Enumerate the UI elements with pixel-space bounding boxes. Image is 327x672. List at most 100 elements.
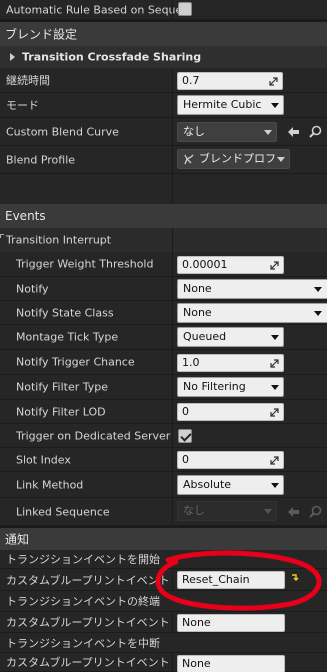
resize-arrow-icon bbox=[270, 456, 279, 465]
end-custom-event-value: None bbox=[182, 616, 211, 629]
trigger-weight-value: 0.00001 bbox=[182, 258, 228, 271]
resize-arrow-icon bbox=[270, 359, 279, 368]
montage-tick-label: Montage Tick Type bbox=[16, 330, 119, 344]
montage-tick-dropdown[interactable]: Queued bbox=[177, 327, 284, 347]
link-method-row: Link Method Absolute bbox=[0, 472, 327, 498]
notify-section-title: 通知 bbox=[5, 532, 30, 547]
interrupt-custom-event-row: カスタムブループリントイベント None bbox=[0, 653, 327, 672]
link-method-value: Absolute bbox=[183, 478, 232, 491]
trigger-weight-row: Trigger Weight Threshold 0.00001 bbox=[0, 252, 327, 277]
transition-interrupt-subsection[interactable]: Transition Interrupt bbox=[0, 228, 327, 252]
goto-function-icon[interactable] bbox=[291, 574, 300, 583]
trigger-chance-value: 1.0 bbox=[182, 356, 200, 369]
montage-tick-value: Queued bbox=[183, 330, 227, 343]
start-custom-event-label: カスタムブループリントイベント bbox=[6, 573, 170, 587]
use-selected-arrow-icon[interactable] bbox=[287, 126, 300, 138]
blend-profile-row: Blend Profile ブレンドプロフ bbox=[0, 146, 327, 174]
automatic-rule-checkbox[interactable] bbox=[178, 2, 192, 16]
start-custom-event-input[interactable]: Reset_Chain bbox=[177, 571, 285, 589]
dedicated-server-row: Trigger on Dedicated Server bbox=[0, 424, 327, 448]
transition-interrupt-label: Transition Interrupt bbox=[6, 233, 112, 247]
column-divider bbox=[172, 424, 173, 447]
filter-type-value: No Filtering bbox=[183, 380, 246, 393]
column-divider bbox=[172, 498, 173, 525]
column-divider bbox=[172, 174, 173, 204]
blend-profile-value: ブレンドプロフ bbox=[199, 152, 276, 165]
notify-row: Notify None bbox=[0, 277, 327, 301]
interrupt-event-row: トランジションイベントを中断 bbox=[0, 633, 327, 653]
mode-value: Hermite Cubic bbox=[183, 98, 262, 111]
end-event-row: トランジションイベントの終端 bbox=[0, 591, 327, 612]
trigger-weight-label: Trigger Weight Threshold bbox=[16, 257, 154, 271]
column-divider bbox=[172, 400, 173, 423]
column-divider bbox=[172, 350, 173, 374]
column-divider bbox=[172, 569, 173, 590]
trigger-weight-input[interactable]: 0.00001 bbox=[177, 256, 284, 274]
column-divider bbox=[172, 68, 173, 92]
resize-arrow-icon bbox=[269, 77, 278, 86]
use-selected-arrow-icon[interactable] bbox=[287, 506, 300, 518]
slot-index-value: 0 bbox=[182, 453, 189, 466]
chevron-down-icon bbox=[264, 130, 272, 135]
chevron-down-icon bbox=[271, 483, 279, 488]
linked-sequence-dropdown[interactable]: なし bbox=[177, 501, 277, 521]
linked-sequence-value: なし bbox=[183, 504, 205, 517]
duration-input[interactable]: 0.7 bbox=[177, 72, 283, 90]
mode-row: モード Hermite Cubic bbox=[0, 93, 327, 118]
column-divider bbox=[172, 118, 173, 145]
trigger-chance-input[interactable]: 1.0 bbox=[177, 354, 284, 372]
blend-section-header[interactable]: ブレンド設定 bbox=[0, 22, 327, 46]
linked-sequence-row: Linked Sequence なし bbox=[0, 498, 327, 526]
blend-profile-dropdown[interactable]: ブレンドプロフ bbox=[177, 149, 290, 169]
resize-arrow-icon bbox=[270, 261, 279, 270]
slot-index-row: Slot Index 0 bbox=[0, 448, 327, 472]
chevron-down-icon bbox=[277, 157, 285, 162]
column-divider bbox=[172, 228, 173, 252]
chevron-down-icon bbox=[271, 385, 279, 390]
section-spacer bbox=[0, 174, 327, 204]
interrupt-custom-event-label: カスタムブループリントイベント bbox=[6, 656, 170, 669]
filter-type-dropdown[interactable]: No Filtering bbox=[177, 377, 284, 397]
blend-profile-label: Blend Profile bbox=[6, 153, 76, 166]
montage-tick-row: Montage Tick Type Queued bbox=[0, 325, 327, 350]
link-method-dropdown[interactable]: Absolute bbox=[177, 475, 284, 495]
column-divider bbox=[172, 448, 173, 471]
duration-label: 継続時間 bbox=[6, 74, 50, 87]
notify-dropdown[interactable]: None bbox=[177, 279, 327, 299]
crossfade-subsection[interactable]: Transition Crossfade Sharing bbox=[0, 46, 327, 68]
blend-curve-row: Custom Blend Curve なし bbox=[0, 118, 327, 146]
crossfade-subsection-label: Transition Crossfade Sharing bbox=[22, 50, 202, 64]
end-custom-event-input[interactable]: None bbox=[177, 614, 285, 632]
column-divider bbox=[172, 301, 173, 324]
collapse-corner-icon bbox=[0, 234, 4, 238]
chevron-down-icon bbox=[271, 335, 279, 340]
mode-dropdown[interactable]: Hermite Cubic bbox=[177, 95, 284, 115]
column-divider bbox=[172, 472, 173, 497]
trigger-chance-label: Notify Trigger Chance bbox=[16, 355, 135, 369]
chevron-down-icon bbox=[271, 103, 279, 108]
slot-index-input[interactable]: 0 bbox=[177, 451, 284, 469]
column-divider bbox=[172, 325, 173, 349]
events-section-title: Events bbox=[5, 209, 46, 223]
interrupt-custom-event-input[interactable]: None bbox=[177, 655, 285, 672]
notify-state-class-dropdown[interactable]: None bbox=[177, 303, 327, 323]
start-event-row: トランジションイベントを開始 bbox=[0, 550, 327, 569]
expand-arrow-icon[interactable] bbox=[10, 53, 15, 61]
column-divider bbox=[172, 612, 173, 632]
filter-lod-value: 0 bbox=[182, 405, 189, 418]
chevron-down-icon bbox=[264, 509, 272, 514]
duration-value: 0.7 bbox=[182, 74, 200, 87]
notify-section-header[interactable]: 通知 bbox=[0, 528, 327, 550]
blend-curve-label: Custom Blend Curve bbox=[6, 125, 119, 138]
end-event-label: トランジションイベントの終端 bbox=[6, 595, 160, 608]
dedicated-server-checkbox[interactable] bbox=[178, 429, 192, 443]
browse-search-icon[interactable] bbox=[309, 505, 322, 518]
start-custom-event-value: Reset_Chain bbox=[182, 573, 250, 586]
column-divider bbox=[172, 653, 173, 671]
filter-lod-input[interactable]: 0 bbox=[177, 403, 284, 421]
events-section-header[interactable]: Events bbox=[0, 204, 327, 228]
notify-state-class-label: Notify State Class bbox=[16, 306, 114, 319]
browse-search-icon[interactable] bbox=[309, 125, 322, 138]
blend-curve-dropdown[interactable]: なし bbox=[177, 122, 277, 142]
linked-sequence-label: Linked Sequence bbox=[16, 505, 110, 518]
